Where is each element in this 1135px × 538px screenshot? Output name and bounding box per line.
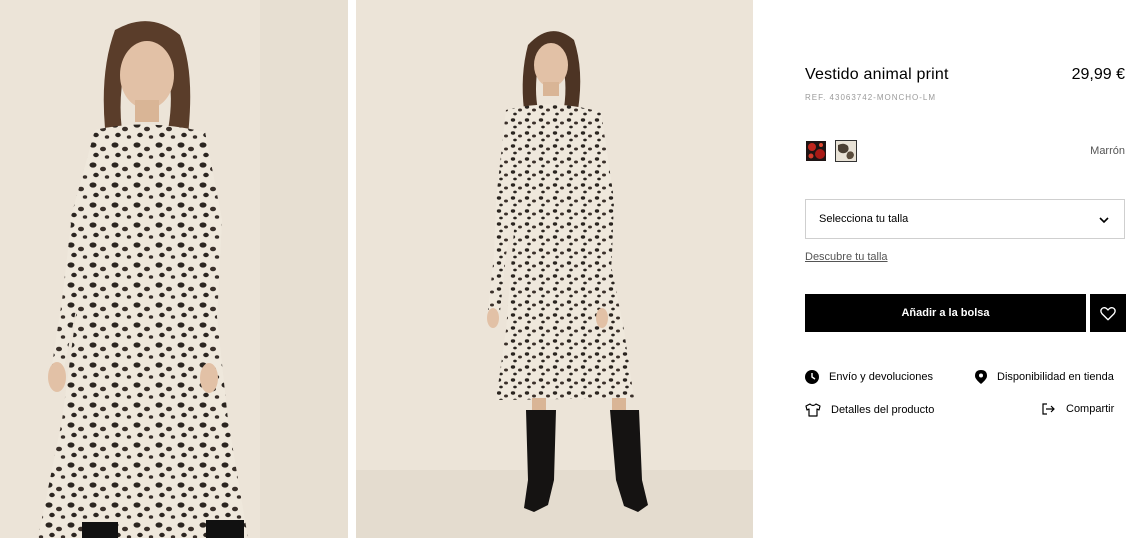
store-availability-label: Disponibilidad en tienda [997, 371, 1114, 383]
model-photo-full-length-illustration [356, 0, 753, 538]
add-to-bag-button[interactable]: Añadir a la bolsa [805, 294, 1086, 332]
shipping-returns-label: Envío y devoluciones [829, 371, 933, 383]
location-pin-icon [975, 370, 987, 384]
brown-print-swatch-icon [836, 141, 856, 161]
product-details-link[interactable]: Detalles del producto [805, 403, 934, 417]
product-reference: REF. 43063742-MONCHO-LM [805, 93, 937, 102]
product-image-full-length[interactable] [356, 0, 753, 538]
size-select-label: Selecciona tu talla [819, 213, 909, 225]
tshirt-icon [805, 403, 821, 417]
model-photo-front-illustration [0, 0, 348, 538]
color-swatch-brown[interactable] [835, 140, 857, 162]
share-label: Compartir [1066, 403, 1115, 415]
share-icon [1042, 403, 1055, 415]
red-floral-swatch-icon [806, 141, 826, 161]
color-swatch-red[interactable] [805, 140, 827, 162]
share-link[interactable]: Compartir [1042, 403, 1114, 415]
chevron-down-icon [1099, 217, 1109, 224]
selected-color-name: Marrón [1090, 145, 1125, 157]
product-details-label: Detalles del producto [831, 404, 935, 416]
heart-icon [1100, 306, 1116, 321]
shipping-returns-link[interactable]: Envío y devoluciones [805, 370, 933, 384]
product-price: 29,99 € [1071, 66, 1125, 83]
wishlist-button[interactable] [1090, 294, 1126, 332]
product-image-front[interactable] [0, 0, 348, 538]
product-title: Vestido animal print [805, 66, 949, 83]
size-guide-link[interactable]: Descubre tu talla [805, 251, 888, 263]
clock-icon [805, 370, 819, 384]
size-select[interactable]: Selecciona tu talla [805, 199, 1125, 239]
store-availability-link[interactable]: Disponibilidad en tienda [975, 370, 1114, 384]
